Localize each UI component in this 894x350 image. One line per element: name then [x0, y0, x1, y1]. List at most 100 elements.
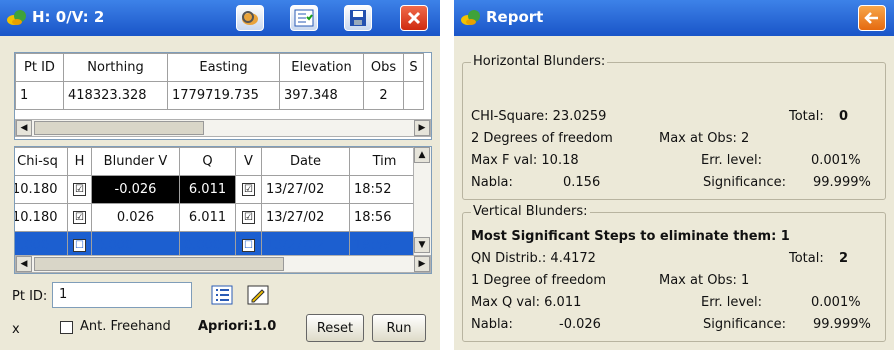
run-button[interactable]: Run	[372, 314, 426, 342]
significance-label: Significance:	[703, 317, 787, 332]
title-bar: Report	[454, 0, 894, 36]
total-label: Total:	[789, 251, 824, 266]
blunder-grid[interactable]: Chi-sq H Blunder V Q V Date Tim 10.180 ☑…	[14, 146, 432, 274]
grid2-vscrollbar[interactable]: ▲ ▼	[413, 147, 431, 255]
vertical-blunders-group: Vertical Blunders: Most Significant Step…	[462, 204, 886, 342]
magnify-icon	[242, 11, 258, 25]
grid2-hscrollbar[interactable]: ◀ ▶	[15, 255, 431, 273]
h-checkbox[interactable]: ☑	[73, 183, 86, 196]
grid1-hscrollbar[interactable]: ◀ ▶	[15, 119, 431, 137]
significance-value: 99.999%	[813, 175, 871, 190]
scroll-left-icon[interactable]: ◀	[16, 120, 32, 136]
cell-blunder: -0.026	[91, 175, 180, 204]
chi-square: CHI-Square: 23.0259	[471, 109, 607, 124]
table-row[interactable]: 10.180 ☑ -0.026 6.011 ☑ 13/27/02 18:52	[15, 175, 420, 204]
scroll-right-icon[interactable]: ▶	[414, 256, 430, 272]
nabla-value: -0.026	[559, 317, 601, 332]
freehand-label: Ant. Freehand	[80, 319, 171, 334]
scroll-right-icon[interactable]: ▶	[414, 120, 430, 136]
cell-date: 13/27/02	[261, 175, 350, 204]
cell-obs: 2	[363, 81, 404, 110]
save-icon	[350, 10, 366, 26]
table-row[interactable]: 10.180 ☑ 0.026 6.011 ☑ 13/27/02 18:56	[15, 203, 420, 232]
edit-button[interactable]	[244, 282, 272, 308]
list-button[interactable]	[208, 282, 236, 308]
col-h[interactable]: H	[67, 147, 92, 176]
max-at-obs: Max at Obs: 1	[659, 273, 750, 288]
window-title: Report	[486, 8, 544, 26]
col-elevation[interactable]: Elevation	[279, 53, 364, 82]
qn-distrib: QN Distrib.: 4.4172	[471, 251, 596, 266]
table-row[interactable]: 1 418323.328 1779719.735 397.348 2	[15, 81, 424, 110]
back-button[interactable]	[858, 5, 886, 31]
err-level-value: 0.001%	[811, 153, 861, 168]
apriori-label: Apriori:1.0	[198, 319, 277, 334]
err-level-label: Err. level:	[701, 153, 763, 168]
total-label: Total:	[789, 109, 824, 124]
freehand-checkbox[interactable]	[60, 321, 73, 334]
cell-h-checkbox[interactable]: ☑	[67, 203, 92, 232]
cell-northing: 418323.328	[63, 81, 168, 110]
cell-ptid: 1	[15, 81, 64, 110]
cell-v-checkbox[interactable]: ☑	[235, 203, 262, 232]
h-checkbox[interactable]: ☑	[73, 211, 86, 224]
report-window: Report Horizontal Blunders: CHI-Square: …	[454, 0, 894, 350]
v-checkbox[interactable]: ☑	[242, 183, 255, 196]
cell-s	[403, 81, 424, 110]
cell-time: 18:56	[349, 203, 420, 232]
cell-v-checkbox[interactable]: ☑	[235, 175, 262, 204]
reset-button[interactable]: Reset	[306, 314, 364, 342]
degrees-of-freedom: 2 Degrees of freedom	[471, 131, 613, 146]
close-button[interactable]	[400, 5, 428, 31]
ptid-input[interactable]: 1	[52, 282, 192, 308]
col-northing[interactable]: Northing	[63, 53, 168, 82]
err-level-label: Err. level:	[701, 295, 763, 310]
col-v[interactable]: V	[235, 147, 262, 176]
blunder-window: H: 0/V: 2 Pt ID Northing Easting Elevati…	[0, 0, 440, 350]
col-blunder-v[interactable]: Blunder V	[91, 147, 180, 176]
col-obs[interactable]: Obs	[363, 53, 404, 82]
scroll-thumb[interactable]	[34, 121, 204, 135]
scroll-left-icon[interactable]: ◀	[16, 256, 32, 272]
col-s[interactable]: S	[403, 53, 424, 82]
col-date[interactable]: Date	[261, 147, 350, 176]
scroll-thumb[interactable]	[34, 257, 284, 271]
col-easting[interactable]: Easting	[167, 53, 280, 82]
title-bar: H: 0/V: 2	[0, 0, 440, 36]
options-button[interactable]	[290, 5, 318, 31]
cell-time: 18:52	[349, 175, 420, 204]
scroll-up-icon[interactable]: ▲	[414, 147, 430, 163]
nabla-label: Nabla:	[471, 317, 513, 332]
steps-to-eliminate: Most Significant Steps to eliminate them…	[471, 229, 790, 244]
vertical-legend: Vertical Blunders:	[471, 204, 590, 219]
col-time[interactable]: Tim	[349, 147, 420, 176]
v-checkbox[interactable]: ☐	[242, 239, 255, 252]
ptid-label: Pt ID:	[12, 289, 48, 304]
points-grid[interactable]: Pt ID Northing Easting Elevation Obs S 1…	[14, 52, 432, 140]
cell-date: 13/27/02	[261, 203, 350, 232]
app-logo-icon	[7, 10, 26, 25]
cell-q: 6.011	[179, 203, 236, 232]
degrees-of-freedom: 1 Degree of freedom	[471, 273, 607, 288]
save-button[interactable]	[344, 5, 372, 31]
nabla-label: Nabla:	[471, 175, 513, 190]
significance-value: 99.999%	[813, 317, 871, 332]
h-checkbox[interactable]: ☐	[73, 239, 86, 252]
report-button[interactable]	[236, 5, 264, 31]
cell-h-checkbox[interactable]: ☑	[67, 175, 92, 204]
total-value: 0	[839, 109, 849, 124]
col-q[interactable]: Q	[179, 147, 236, 176]
edit-icon	[247, 285, 269, 305]
v-checkbox[interactable]: ☑	[242, 211, 255, 224]
max-f-val: Max F val: 10.18	[471, 153, 579, 168]
col-chisq[interactable]: Chi-sq	[15, 147, 68, 176]
horizontal-blunders-group: Horizontal Blunders: CHI-Square: 23.0259…	[462, 54, 886, 200]
cell-q: 6.011	[179, 175, 236, 204]
app-logo-icon	[461, 10, 480, 25]
window-title: H: 0/V: 2	[32, 8, 105, 26]
col-ptid[interactable]: Pt ID	[15, 53, 64, 82]
x-label: x	[12, 322, 20, 337]
scroll-down-icon[interactable]: ▼	[414, 237, 430, 253]
cell-chisq: 10.180	[15, 175, 68, 204]
blunder-grid-header: Chi-sq H Blunder V Q V Date Tim	[15, 147, 420, 176]
